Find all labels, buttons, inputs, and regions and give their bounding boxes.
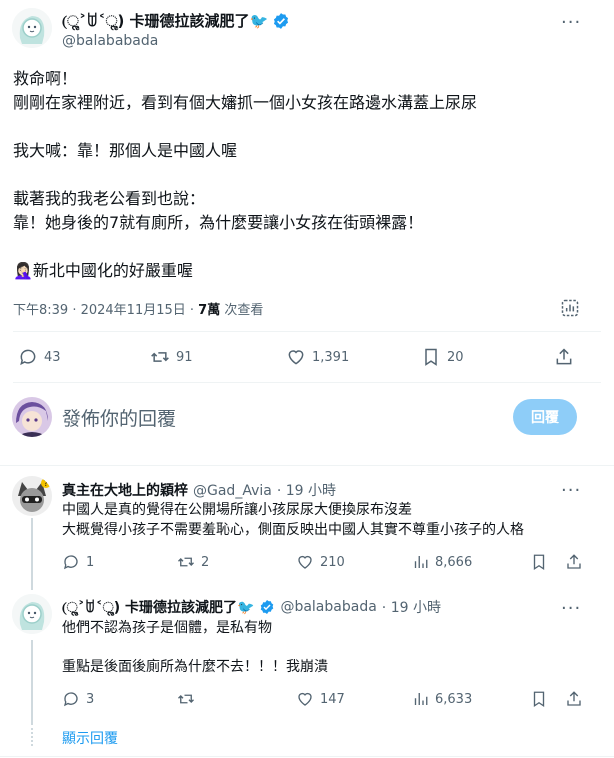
thread-dots [31, 728, 33, 746]
reply-button[interactable]: 43 [18, 347, 61, 367]
tweet-timestamp[interactable]: 下午8:39 · 2024年11月15日 · [13, 303, 198, 318]
my-avatar [12, 397, 52, 437]
reply-button[interactable]: 1 [62, 553, 94, 571]
reply-icon [20, 349, 36, 366]
analytics-icon[interactable] [560, 298, 580, 318]
bookmark-icon [533, 554, 545, 571]
divider [0, 756, 614, 757]
views-count: 6,633 [435, 691, 473, 707]
tweet-line-5: 靠！她身後的7就有廁所，為什麼要讓小女孩在街頭裸露！ [13, 213, 424, 232]
tweet-line-2: 剛剛在家裡附近，看到有個大嬸抓一個小女孩在路邊水溝蓋上尿尿 [13, 93, 478, 112]
reply-submit-button[interactable]: 回覆 [513, 399, 577, 435]
more-options-icon[interactable]: ··· [561, 14, 581, 32]
reply-icon [63, 692, 78, 707]
reply-icon [63, 555, 78, 570]
like-button[interactable]: 1,391 [286, 347, 349, 367]
thread-connector [31, 518, 33, 590]
author-handle[interactable]: @balababada [62, 33, 158, 49]
like-button[interactable]: 147 [296, 690, 345, 708]
author-avatar[interactable] [12, 8, 52, 48]
views-count: 8,666 [435, 554, 473, 570]
reply-avatar[interactable]: ? [12, 476, 52, 516]
reply-author-handle[interactable]: @Gad_Avia [193, 483, 272, 499]
reply-count: 1 [86, 554, 95, 570]
repost-icon [178, 694, 194, 704]
author-name-text: (ૢ˃ꌂ˂ૢ) 卡珊德拉該減肥了🐦 [62, 12, 269, 30]
author-name[interactable]: (ૢ˃ꌂ˂ૢ) 卡珊德拉該減肥了🐦 [62, 10, 290, 31]
reply-author-name[interactable]: 真主在大地上的穎梓 [62, 480, 188, 500]
share-button[interactable] [565, 553, 583, 571]
tweet-line-6: 🤦🏻‍♀️新北中國化的好嚴重喔 [13, 261, 193, 280]
like-count: 1,391 [312, 349, 350, 365]
tweet-line-1: 救命啊！ [13, 69, 78, 88]
more-options-icon[interactable]: ··· [561, 482, 581, 500]
repost-count: 91 [176, 349, 193, 365]
thread-dots [31, 640, 33, 725]
share-button[interactable] [554, 347, 574, 367]
views-button[interactable]: 8,666 [411, 553, 472, 571]
reply-header: (ૢ˃ꌂ˂ૢ) 卡珊德拉該減肥了🐦 @balababada · 19 小時 [62, 597, 441, 617]
views-icon [414, 556, 428, 568]
repost-icon [178, 557, 194, 567]
reply-line-1: 中國人是真的覺得在公開場所讓小孩尿尿大便換尿布沒差 [62, 502, 412, 518]
tweet-meta: 下午8:39 · 2024年11月15日 · 7萬 次查看 [13, 299, 263, 318]
repost-button[interactable] [177, 690, 201, 708]
views-icon [414, 693, 428, 705]
divider [0, 465, 614, 466]
divider [13, 382, 601, 383]
reply-author-name[interactable]: (ૢ˃ꌂ˂ૢ) 卡珊德拉該減肥了🐦 [62, 597, 254, 617]
reply-header: 真主在大地上的穎梓 @Gad_Avia · 19 小時 [62, 480, 336, 500]
more-options-icon[interactable]: ··· [561, 600, 581, 618]
reply-count: 43 [44, 349, 61, 365]
like-count: 147 [320, 691, 345, 707]
bookmark-button[interactable]: 20 [421, 347, 464, 367]
verified-badge-icon [272, 12, 290, 30]
reply-count: 3 [86, 691, 95, 707]
share-icon [567, 554, 581, 569]
divider [13, 331, 601, 332]
bookmark-icon [425, 348, 437, 366]
repost-icon [151, 352, 169, 362]
tweet-line-3: 我大喊：靠！那個人是中國人喔 [13, 141, 238, 160]
tweet-line-4: 載著我的我老公看到也說： [13, 189, 206, 208]
svg-text:?: ? [44, 479, 48, 488]
heart-icon [288, 350, 304, 365]
share-icon [567, 691, 581, 706]
share-button[interactable] [565, 690, 583, 708]
like-button[interactable]: 210 [296, 553, 345, 571]
reply-line-2: 重點是後面後廁所為什麼不去！！！我崩潰 [62, 659, 328, 675]
reply-line-1: 他們不認為孩子是個體，是私有物 [62, 620, 272, 636]
heart-icon [298, 555, 312, 569]
reply-author-handle[interactable]: @balababada [280, 599, 376, 615]
reply-line-2: 大概覺得小孩子不需要羞恥心，側面反映出中國人其實不尊重小孩子的人格 [62, 522, 524, 538]
share-icon [556, 348, 572, 365]
verified-badge-icon [259, 599, 275, 615]
like-count: 210 [320, 554, 345, 570]
bookmark-button[interactable] [530, 553, 548, 571]
heart-icon [298, 692, 312, 706]
view-count: 7萬 [198, 303, 221, 318]
bookmark-button[interactable] [530, 690, 548, 708]
reply-input[interactable]: 發佈你的回覆 [62, 404, 176, 431]
reply-time[interactable]: · 19 小時 [382, 597, 441, 617]
views-button[interactable]: 6,633 [411, 690, 472, 708]
reply-avatar[interactable] [12, 594, 52, 634]
bookmark-count: 20 [447, 349, 464, 365]
reply-time[interactable]: · 19 小時 [277, 480, 336, 500]
bookmark-icon [533, 691, 545, 708]
show-replies-link[interactable]: 顯示回覆 [62, 728, 118, 748]
view-label: 次查看 [220, 303, 264, 318]
repost-button[interactable]: 91 [150, 347, 193, 367]
repost-button[interactable]: 2 [177, 553, 209, 571]
repost-count: 2 [201, 554, 210, 570]
reply-button[interactable]: 3 [62, 690, 94, 708]
